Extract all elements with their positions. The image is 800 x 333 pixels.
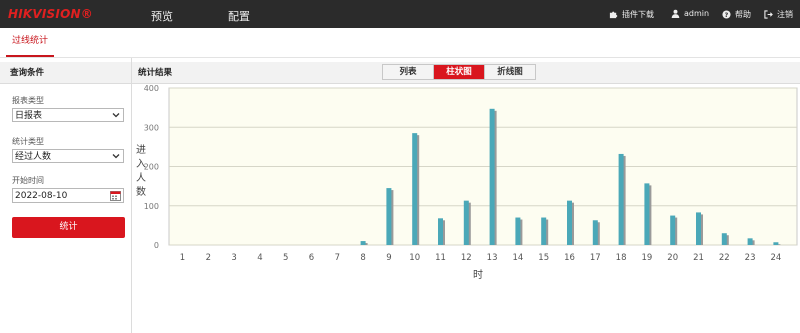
user-menu[interactable]: admin bbox=[671, 9, 709, 18]
x-tick-label: 2 bbox=[206, 253, 211, 263]
help-label: 帮助 bbox=[735, 10, 751, 19]
x-tick-label: 15 bbox=[538, 253, 549, 263]
y-tick-label: 400 bbox=[144, 85, 159, 93]
people-count-bar-chart: 0100200300400 1 2 3 4 5 6 7 8 9 10 11 12 13 14 15 16 17 1… bbox=[136, 85, 798, 280]
bar-hour-18 bbox=[618, 153, 624, 245]
x-tick-label: 12 bbox=[461, 253, 472, 263]
user-icon bbox=[671, 9, 680, 18]
x-tick-label: 22 bbox=[719, 253, 730, 263]
bar-hour-21 bbox=[696, 212, 701, 245]
logout-link[interactable]: 注销 bbox=[764, 9, 793, 20]
y-axis-label-char: 进 bbox=[136, 144, 146, 156]
bar-hour-11 bbox=[438, 218, 443, 245]
calendar-icon[interactable] bbox=[110, 190, 121, 201]
y-tick-label: 300 bbox=[144, 123, 159, 132]
start-time-value: 2022-08-10 bbox=[15, 191, 68, 201]
tab-list-view[interactable]: 列表 bbox=[383, 65, 434, 79]
bar-hour-24 bbox=[773, 242, 779, 245]
x-tick-label: 18 bbox=[616, 253, 627, 263]
top-bar: HIKVISION® 预览 配置 插件下载 admin ? 帮助 注销 bbox=[0, 0, 800, 28]
start-time-label: 开始时间 bbox=[12, 176, 44, 185]
x-tick-label: 9 bbox=[386, 253, 391, 263]
y-axis-label-char: 数 bbox=[136, 185, 146, 198]
x-tick-label: 11 bbox=[435, 253, 446, 263]
x-tick-label: 20 bbox=[667, 253, 678, 263]
bar-hour-8 bbox=[360, 241, 366, 245]
plugin-download-label: 插件下载 bbox=[622, 10, 654, 19]
logout-label: 注销 bbox=[777, 10, 793, 19]
report-type-select[interactable]: 日报表 bbox=[12, 108, 124, 122]
query-panel-title: 查询条件 bbox=[0, 62, 131, 84]
x-tick-label: 21 bbox=[693, 253, 704, 263]
bar-hour-23 bbox=[747, 238, 753, 245]
stat-type-select[interactable]: 经过人数 bbox=[12, 149, 124, 163]
bar-hour-22 bbox=[721, 233, 727, 245]
x-tick-label: 16 bbox=[564, 253, 575, 263]
x-tick-label: 1 bbox=[180, 253, 185, 263]
nav-config[interactable]: 配置 bbox=[228, 8, 250, 24]
x-tick-label: 14 bbox=[512, 253, 523, 263]
x-tick-label: 4 bbox=[257, 253, 262, 263]
chevron-down-icon bbox=[112, 113, 120, 118]
tab-line-chart-view[interactable]: 折线图 bbox=[485, 65, 535, 79]
tab-bar-chart-view[interactable]: 柱状图 bbox=[434, 65, 485, 79]
stat-type-label: 统计类型 bbox=[12, 137, 44, 146]
plugin-download-link[interactable]: 插件下载 bbox=[609, 9, 654, 20]
x-tick-label: 19 bbox=[641, 253, 652, 263]
logout-icon bbox=[764, 10, 773, 19]
bar-hour-12 bbox=[463, 200, 469, 245]
tab-line-crossing-stats[interactable]: 过线统计 bbox=[6, 28, 55, 57]
bar-hour-9 bbox=[386, 188, 392, 245]
stat-type-value: 经过人数 bbox=[15, 152, 52, 162]
bar-hour-17 bbox=[592, 220, 598, 245]
svg-text:?: ? bbox=[725, 12, 729, 19]
x-tick-label: 6 bbox=[309, 253, 314, 263]
sub-navigation: 过线统计 bbox=[0, 28, 800, 58]
bar-hour-20 bbox=[670, 215, 676, 245]
x-tick-label: 3 bbox=[231, 253, 236, 263]
chevron-down-icon bbox=[112, 154, 120, 159]
report-type-label: 报表类型 bbox=[12, 96, 44, 105]
help-link[interactable]: ? 帮助 bbox=[722, 9, 751, 20]
bar-hour-15 bbox=[541, 217, 547, 245]
x-tick-label: 8 bbox=[360, 253, 365, 263]
x-axis-label: 时 bbox=[473, 269, 483, 280]
bar-hour-16 bbox=[567, 200, 572, 245]
help-icon: ? bbox=[722, 10, 731, 19]
bar-hour-13 bbox=[489, 108, 495, 246]
x-tick-label: 7 bbox=[335, 253, 340, 263]
view-switch: 列表 柱状图 折线图 bbox=[382, 64, 536, 80]
x-tick-label: 24 bbox=[770, 253, 781, 263]
bar-hour-14 bbox=[515, 217, 521, 245]
x-tick-label: 10 bbox=[409, 253, 420, 263]
bar-hour-10 bbox=[412, 133, 418, 245]
x-tick-label: 13 bbox=[487, 253, 498, 263]
x-tick-label: 17 bbox=[590, 253, 601, 263]
y-tick-label: 0 bbox=[154, 241, 159, 250]
brand-logo: HIKVISION® bbox=[8, 7, 93, 21]
bar-hour-19 bbox=[644, 183, 650, 245]
puzzle-icon bbox=[609, 11, 618, 19]
y-tick-label: 200 bbox=[144, 163, 159, 172]
y-tick-label: 100 bbox=[144, 202, 159, 211]
y-axis-label-char: 入 bbox=[136, 159, 146, 170]
nav-preview[interactable]: 预览 bbox=[151, 8, 173, 24]
user-name: admin bbox=[684, 9, 710, 18]
y-axis-label-char: 人 bbox=[136, 172, 146, 184]
x-tick-label: 5 bbox=[283, 253, 288, 263]
report-type-value: 日报表 bbox=[15, 111, 43, 121]
start-time-input[interactable]: 2022-08-10 bbox=[12, 188, 124, 203]
x-tick-label: 23 bbox=[745, 253, 756, 263]
statistics-submit-button[interactable]: 统计 bbox=[12, 217, 125, 238]
